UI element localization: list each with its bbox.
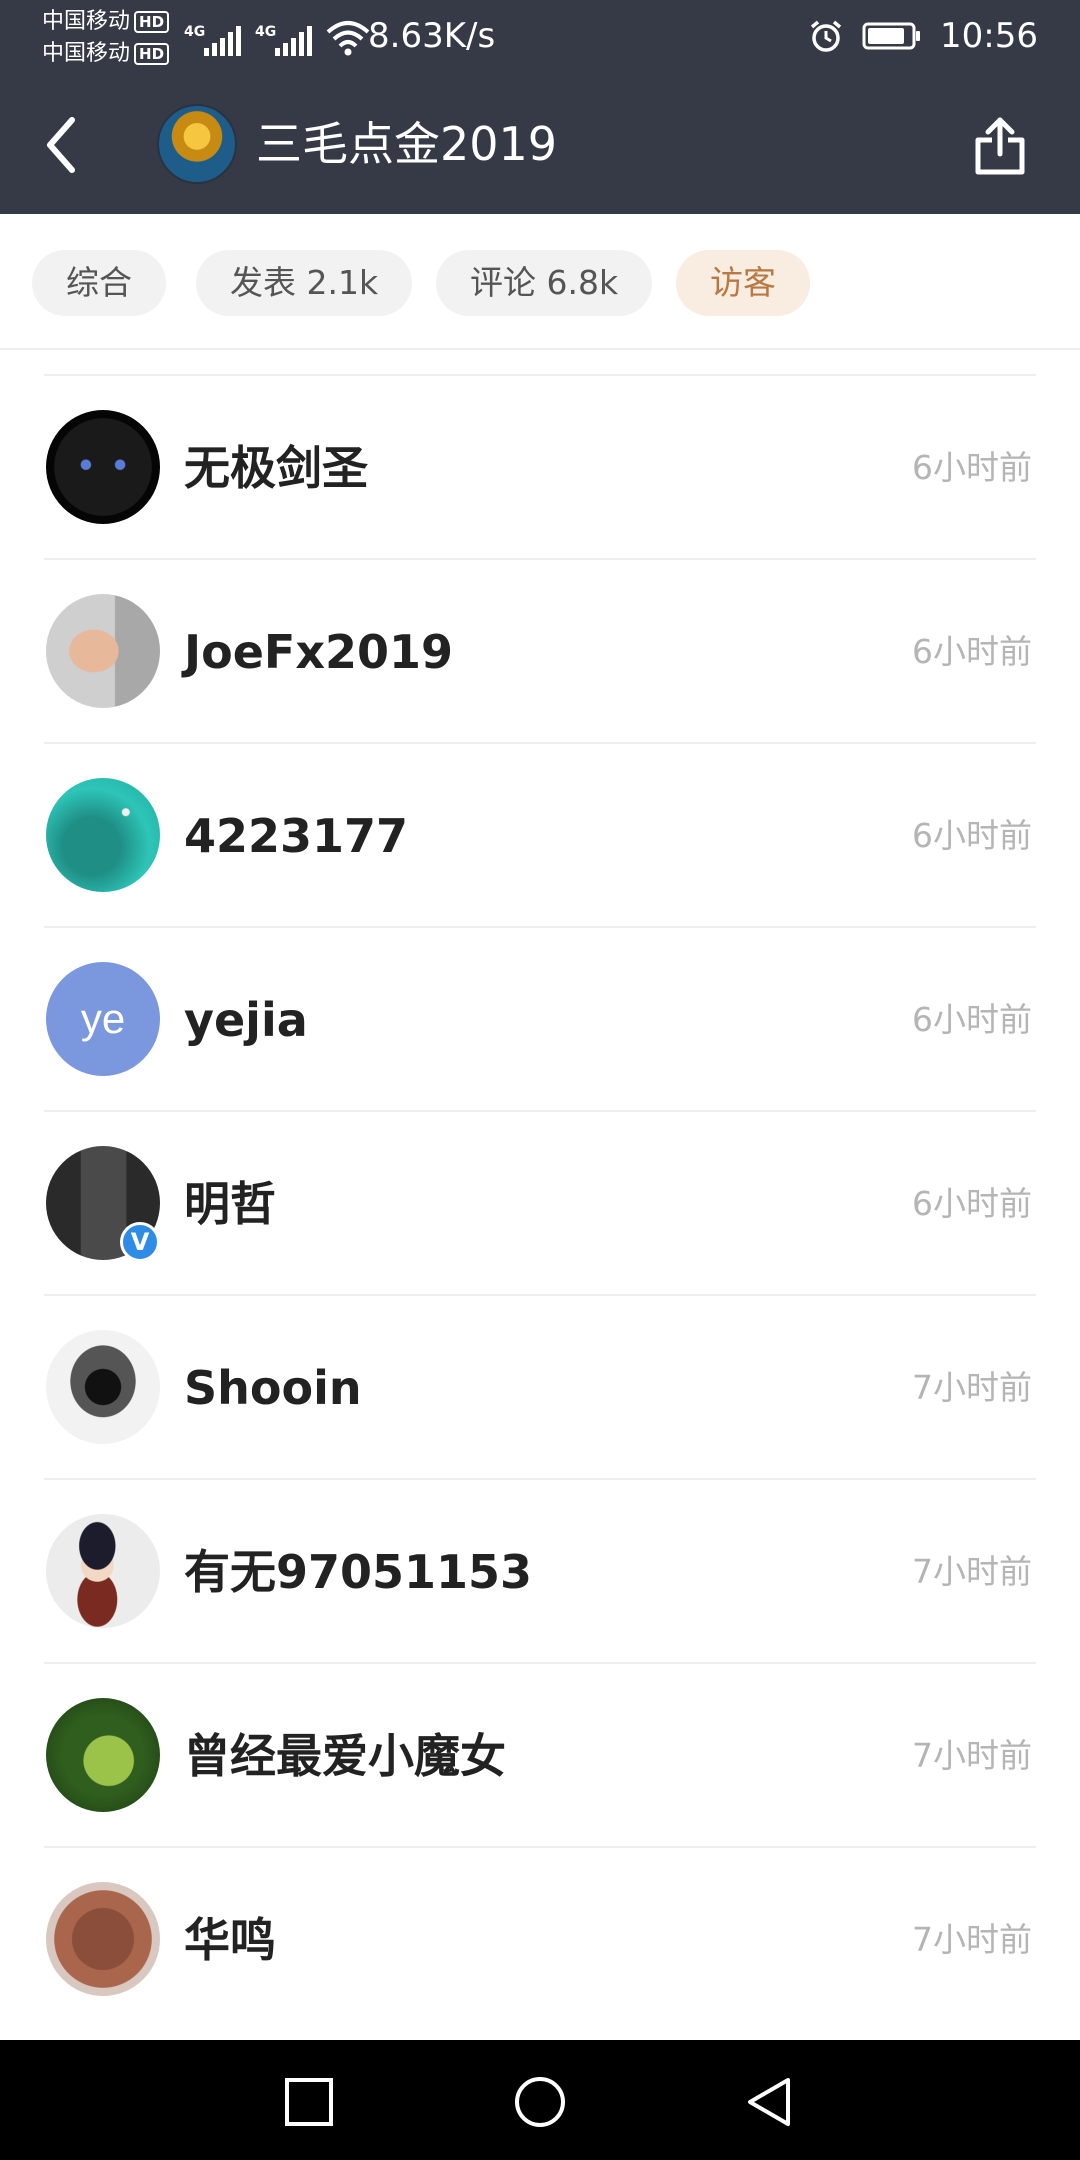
network-speed: 8.63K/s [368, 16, 496, 56]
visitor-name: 华鸣 [184, 1913, 276, 1967]
visitor-name: 明哲 [184, 1177, 276, 1231]
signal-2-icon: 4G [255, 24, 312, 56]
anime-character-avatar[interactable] [46, 1514, 160, 1628]
visit-time: 7小时前 [912, 1368, 1032, 1407]
share-icon[interactable] [970, 114, 1030, 178]
visitor-name: Shooin [184, 1361, 362, 1415]
avatar-initials: ye [80, 995, 126, 1042]
back-arrow-icon[interactable] [36, 110, 96, 180]
visitor-list: 无极剑圣 6小时前 JoeFx2019 6小时前 4223177 6小时前 ye… [0, 350, 1080, 2040]
recent-apps-icon[interactable] [281, 2074, 337, 2130]
visit-time: 6小时前 [912, 1000, 1032, 1039]
wifi-icon [326, 21, 370, 56]
visit-time: 7小时前 [912, 1920, 1032, 1959]
carrier-1-label: 中国移动 [42, 9, 131, 34]
signal-1-icon: 4G [184, 24, 241, 56]
system-navigation-bar [0, 2040, 1080, 2160]
black-cat-avatar[interactable] [46, 410, 160, 524]
hd-badge-2: HD [134, 43, 170, 65]
hd-badge-1: HD [134, 11, 170, 33]
visit-time: 6小时前 [912, 816, 1032, 855]
profile-header: 三毛点金2019 [0, 74, 1080, 214]
back-triangle-icon[interactable] [742, 2074, 798, 2130]
alarm-clock-icon [810, 20, 842, 52]
visit-time: 6小时前 [912, 1184, 1032, 1223]
battery-icon [862, 22, 921, 50]
visitor-row[interactable]: 曾经最爱小魔女 7小时前 [0, 1664, 1080, 1848]
visitor-name: yejia [184, 993, 308, 1047]
status-right: 10:56 [808, 12, 1038, 60]
tab-visitors[interactable]: 访客 [676, 250, 810, 316]
visitor-name: 4223177 [184, 809, 409, 863]
signal-indicators: 4G 4G [184, 16, 370, 56]
visit-time: 6小时前 [912, 448, 1032, 487]
home-icon[interactable] [512, 2074, 568, 2130]
visitor-name: JoeFx2019 [184, 625, 454, 679]
visitor-row[interactable]: ye yejia 6小时前 [0, 928, 1080, 1112]
verified-badge: V [120, 1222, 160, 1262]
visit-time: 7小时前 [912, 1736, 1032, 1775]
visitor-row[interactable]: V 明哲 6小时前 [0, 1112, 1080, 1296]
visitor-name: 有无97051153 [184, 1545, 533, 1599]
visitor-row[interactable]: JoeFx2019 6小时前 [0, 560, 1080, 744]
frog-avatar[interactable] [46, 1698, 160, 1812]
status-bar: 中国移动 HD 中国移动 HD 4G 4G 8.63K/s 10:56 [0, 0, 1080, 74]
carrier-info: 中国移动 HD 中国移动 HD [42, 6, 192, 70]
visitor-name: 曾经最爱小魔女 [184, 1729, 506, 1783]
tab-posts[interactable]: 发表 2.1k [196, 250, 413, 316]
profile-avatar[interactable] [157, 104, 237, 184]
tab-bar: 综合 发表 2.1k 评论 6.8k 访客 [0, 214, 1080, 350]
tab-overview[interactable]: 综合 [32, 250, 166, 316]
visitor-row[interactable]: 无极剑圣 6小时前 [0, 376, 1080, 560]
visitor-name: 无极剑圣 [184, 441, 368, 495]
initials-avatar[interactable]: ye [46, 962, 160, 1076]
visitor-row[interactable]: Shooin 7小时前 [0, 1296, 1080, 1480]
visitor-row[interactable]: 华鸣 7小时前 [0, 1848, 1080, 2032]
coin-avatar[interactable] [46, 1882, 160, 1996]
visit-time: 6小时前 [912, 632, 1032, 671]
visitor-row[interactable]: 4223177 6小时前 [0, 744, 1080, 928]
profile-name: 三毛点金2019 [256, 117, 558, 171]
visitor-row[interactable]: 有无97051153 7小时前 [0, 1480, 1080, 1664]
tab-comments[interactable]: 评论 6.8k [436, 250, 653, 316]
turquoise-sea-avatar[interactable] [46, 778, 160, 892]
visit-time: 7小时前 [912, 1552, 1032, 1591]
man-portrait-avatar[interactable] [46, 594, 160, 708]
clock: 10:56 [940, 16, 1038, 56]
eagle-crest-avatar[interactable] [46, 1330, 160, 1444]
carrier-2-label: 中国移动 [42, 41, 131, 66]
